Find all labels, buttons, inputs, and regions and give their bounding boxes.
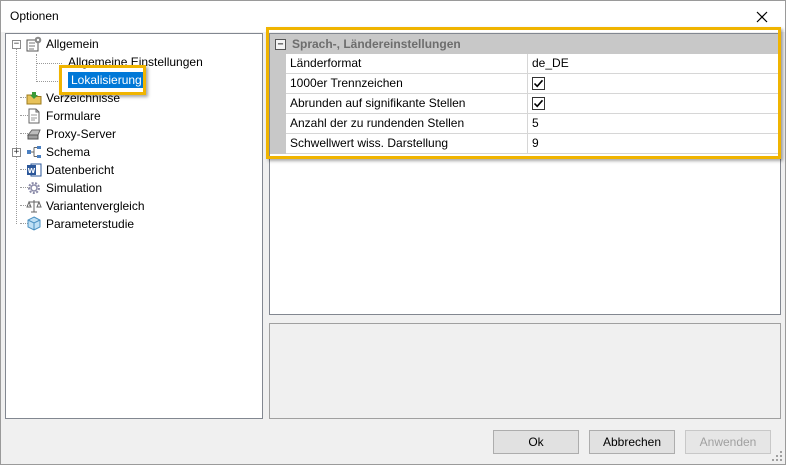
collapse-category-icon[interactable]: − [275,38,286,50]
tree-item-proxy-server[interactable]: Proxy-Server [26,125,116,143]
tree-item-allgemein[interactable]: Allgemein [26,35,99,53]
title-bar: Optionen [1,1,785,32]
property-row-laenderformat[interactable]: Länderformat de_DE [286,54,780,74]
property-value[interactable]: de_DE [528,54,780,73]
property-row-anzahl-stellen[interactable]: Anzahl der zu rundenden Stellen 5 [286,114,780,134]
checkmark-icon [533,79,544,88]
settings-checklist-icon [26,36,42,52]
trennzeichen-checkbox[interactable] [532,77,545,90]
property-row-abrunden[interactable]: Abrunden auf signifikante Stellen [286,94,780,114]
property-value[interactable] [528,94,780,113]
tree-item-variantenvergleich[interactable]: Variantenvergleich [26,197,145,215]
close-button[interactable] [739,1,785,32]
close-icon [756,11,768,22]
category-row[interactable]: − Sprach-, Ländereinstellungen [270,34,780,54]
property-value[interactable] [528,74,780,93]
schema-icon [26,144,42,160]
svg-text:W: W [28,167,36,175]
tree-item-label: Proxy-Server [46,127,117,141]
property-name: Länderformat [286,54,528,73]
property-name: Schwellwert wiss. Darstellung [286,134,528,153]
tree-item-label: Schema [46,145,91,159]
category-label: Sprach-, Ländereinstellungen [292,37,461,51]
property-name: Abrunden auf signifikante Stellen [286,94,528,113]
tree-item-verzeichnisse[interactable]: Verzeichnisse [26,89,120,107]
property-row-trennzeichen[interactable]: 1000er Trennzeichen [286,74,780,94]
property-name: 1000er Trennzeichen [286,74,528,93]
apply-button[interactable]: Anwenden [685,430,771,454]
tree-item-label: Datenbericht [46,163,115,177]
tree-item-allgemeine-einstellungen[interactable]: Allgemeine Einstellungen [64,53,203,71]
tree-item-formulare[interactable]: Formulare [26,107,101,125]
form-icon [26,108,42,124]
tree-item-parameterstudie[interactable]: Parameterstudie [26,215,134,233]
property-name: Anzahl der zu rundenden Stellen [286,114,528,133]
collapse-allgemein-icon[interactable]: − [12,40,21,49]
property-grid[interactable]: − Sprach-, Ländereinstellungen Länderfor… [269,33,781,315]
word-document-icon: W [26,162,42,178]
tree-item-label: Parameterstudie [46,217,135,231]
cube-icon [26,216,42,232]
window-title: Optionen [10,9,59,23]
tree-item-simulation[interactable]: Simulation [26,179,102,197]
resize-grip-icon[interactable] [772,451,782,461]
tree-item-label: Allgemeine Einstellungen [68,55,203,69]
tree-item-label: Formulare [46,109,101,123]
tree-item-lokalisierung[interactable]: Lokalisierung [64,71,145,89]
property-value[interactable]: 5 [528,114,780,133]
server-icon [26,126,42,142]
options-dialog: Optionen − Allgemein Allgemeine Einstell… [0,0,786,465]
expand-schema-icon[interactable]: + [12,148,21,157]
gear-icon [26,180,42,196]
cancel-button[interactable]: Abbrechen [589,430,675,454]
property-row-schwellwert[interactable]: Schwellwert wiss. Darstellung 9 [286,134,780,154]
tree-item-datenbericht[interactable]: W Datenbericht [26,161,114,179]
tree-item-label: Simulation [46,181,103,195]
options-tree[interactable]: − Allgemein Allgemeine Einstellungen Lok… [5,33,263,419]
scale-icon [26,198,42,214]
abrunden-checkbox[interactable] [532,97,545,110]
grid-margin [270,54,286,154]
tree-item-label: Variantenvergleich [46,199,145,213]
property-value[interactable]: 9 [528,134,780,153]
checkmark-icon [533,99,544,108]
ok-button[interactable]: Ok [493,430,579,454]
description-panel [269,323,781,419]
tree-item-schema[interactable]: Schema [26,143,90,161]
folder-icon [26,90,42,106]
tree-item-label: Verzeichnisse [46,91,121,105]
tree-item-label: Lokalisierung [68,72,145,88]
tree-item-label: Allgemein [46,37,99,51]
